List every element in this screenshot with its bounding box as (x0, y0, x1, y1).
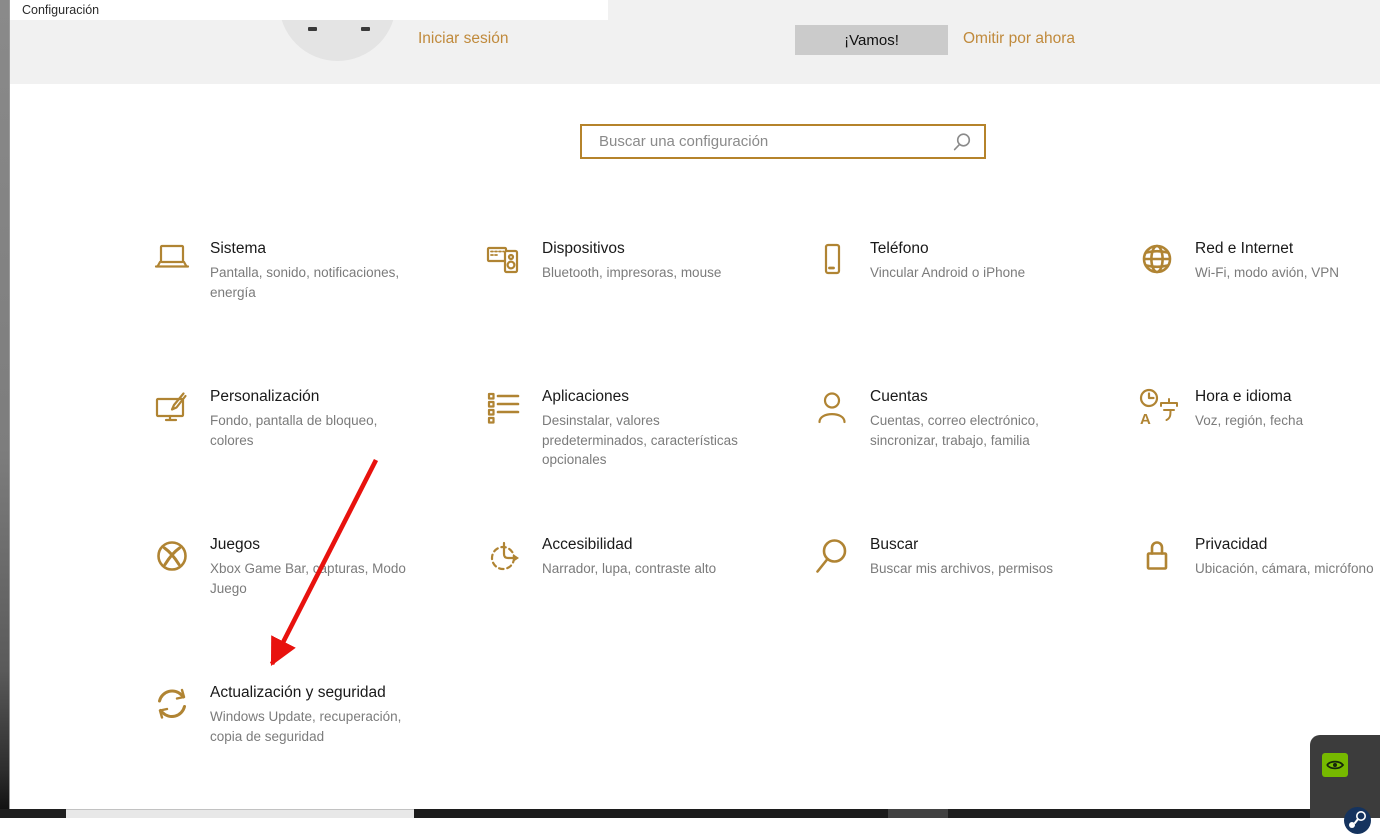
avatar-eye-right (361, 27, 370, 31)
settings-tile-privacidad[interactable]: Privacidad Ubicación, cámara, micrófono (1133, 528, 1380, 580)
settings-tile-aplicaciones[interactable]: Aplicaciones Desinstalar, valores predet… (480, 380, 802, 470)
tile-title: Juegos (210, 536, 260, 553)
laptop-icon (148, 236, 196, 284)
settings-tile-accesibilidad[interactable]: Accesibilidad Narrador, lupa, contraste … (480, 528, 802, 580)
tile-title: Cuentas (870, 388, 928, 405)
tile-title: Hora e idioma (1195, 388, 1292, 405)
settings-tile-telefono[interactable]: Teléfono Vincular Android o iPhone (808, 232, 1130, 284)
phone-icon (808, 236, 856, 284)
refresh-icon (148, 680, 196, 728)
page-title: Configuración (22, 3, 100, 17)
settings-tile-cuentas[interactable]: Cuentas Cuentas, correo electrónico, sin… (808, 380, 1130, 450)
settings-tile-juegos[interactable]: Juegos Xbox Game Bar, capturas, Modo Jue… (148, 528, 470, 598)
taskbar-strip (0, 809, 66, 818)
tile-title: Accesibilidad (542, 536, 633, 553)
settings-tile-hora-idioma[interactable]: A Hora e idioma Voz, región, fecha (1133, 380, 1380, 432)
tile-subtitle: Buscar mis archivos, permisos (870, 561, 1054, 576)
tile-subtitle: Pantalla, sonido, notificaciones, energí… (210, 265, 400, 300)
tile-subtitle: Vincular Android o iPhone (870, 265, 1026, 280)
settings-tile-actualizacion-seguridad[interactable]: Actualización y seguridad Windows Update… (148, 676, 470, 746)
tile-subtitle: Cuentas, correo electrónico, sincronizar… (870, 413, 1039, 448)
nvidia-icon[interactable] (1322, 753, 1348, 777)
tile-subtitle: Ubicación, cámara, micrófono (1195, 561, 1374, 576)
settings-tile-personalizacion[interactable]: Personalización Fondo, pantalla de bloqu… (148, 380, 470, 450)
tile-title: Personalización (210, 388, 320, 405)
tile-title: Aplicaciones (542, 388, 630, 405)
lock-icon (1133, 532, 1181, 580)
title-bar (10, 0, 608, 20)
personalization-icon (148, 384, 196, 432)
search-icon[interactable] (952, 132, 972, 152)
tile-subtitle: Bluetooth, impresoras, mouse (542, 265, 722, 280)
tile-subtitle: Wi-Fi, modo avión, VPN (1195, 265, 1340, 280)
tile-subtitle: Voz, región, fecha (1195, 413, 1304, 428)
taskbar-strip (888, 809, 948, 818)
settings-tile-red-internet[interactable]: Red e Internet Wi-Fi, modo avión, VPN (1133, 232, 1380, 284)
tile-title: Actualización y seguridad (210, 684, 386, 701)
tile-subtitle: Narrador, lupa, contraste alto (542, 561, 717, 576)
devices-icon (480, 236, 528, 284)
tile-title: Privacidad (1195, 536, 1268, 553)
time-language-icon: A (1133, 384, 1181, 432)
tile-subtitle: Windows Update, recuperación, copia de s… (210, 709, 402, 744)
avatar-eye-left (308, 27, 317, 31)
skip-for-now-link[interactable]: Omitir por ahora (963, 30, 1075, 48)
tile-subtitle: Desinstalar, valores predeterminados, ca… (542, 413, 738, 468)
magnifier-icon (808, 532, 856, 580)
tile-title: Teléfono (870, 240, 929, 257)
settings-tile-sistema[interactable]: Sistema Pantalla, sonido, notificaciones… (148, 232, 470, 302)
desktop-edge-strip (0, 0, 9, 818)
taskbar-strip (414, 809, 888, 818)
tile-subtitle: Xbox Game Bar, capturas, Modo Juego (210, 561, 406, 596)
settings-tile-dispositivos[interactable]: Dispositivos Bluetooth, impresoras, mous… (480, 232, 802, 284)
tile-title: Sistema (210, 240, 266, 257)
svg-text:A: A (1140, 411, 1151, 428)
sign-in-link[interactable]: Iniciar sesión (418, 30, 508, 48)
xbox-icon (148, 532, 196, 580)
tile-title: Buscar (870, 536, 919, 553)
globe-icon (1133, 236, 1181, 284)
vamos-button[interactable]: ¡Vamos! (795, 25, 948, 55)
settings-tile-buscar[interactable]: Buscar Buscar mis archivos, permisos (808, 528, 1130, 580)
search-input[interactable] (597, 132, 952, 151)
accessibility-icon (480, 532, 528, 580)
window-border (9, 0, 10, 810)
person-icon (808, 384, 856, 432)
tile-title: Dispositivos (542, 240, 625, 257)
apps-list-icon (480, 384, 528, 432)
tile-subtitle: Fondo, pantalla de bloqueo, colores (210, 413, 378, 448)
tile-title: Red e Internet (1195, 240, 1294, 257)
steam-icon[interactable] (1344, 807, 1371, 834)
background-window-strip (66, 809, 414, 818)
settings-search-box[interactable] (580, 124, 986, 159)
